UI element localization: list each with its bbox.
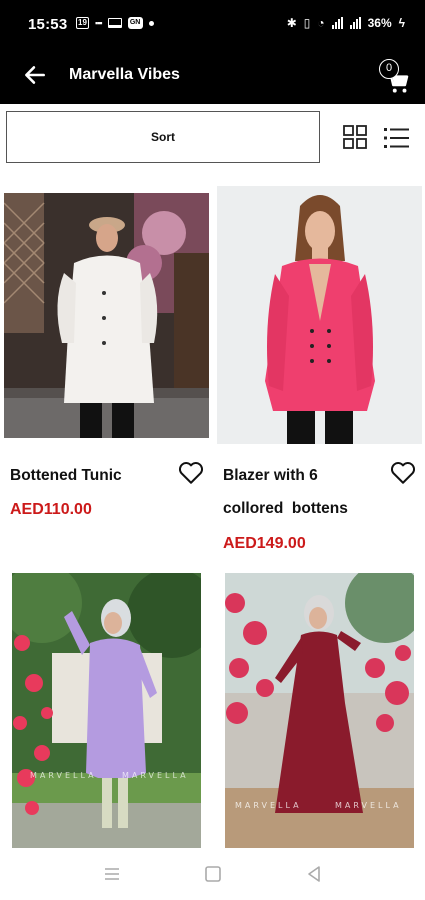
product-card-red-dress[interactable]: MARVELLA MARVELLA	[213, 570, 425, 848]
home-icon[interactable]	[204, 865, 222, 883]
grid-view-icon[interactable]	[343, 125, 367, 149]
product-name-line-2: collored bottens	[223, 500, 348, 517]
app-bar: Marvella Vibes 0	[0, 46, 425, 104]
product-image[interactable]: MARVELLA MARVELLA	[225, 573, 414, 848]
product-price: AED149.00	[223, 535, 306, 552]
svg-text:MARVELLA: MARVELLA	[335, 801, 402, 810]
product-name-line-1: Blazer with 6	[223, 467, 318, 484]
vibrate-icon: ▯	[303, 16, 311, 30]
battery-percent: 36%	[367, 16, 392, 30]
product-card-tunic[interactable]: Bottened Tunic AED110.00	[0, 190, 212, 530]
recent-apps-icon[interactable]	[103, 865, 121, 883]
product-card-blazer[interactable]: Blazer with 6 collored bottens AED149.00	[213, 183, 425, 563]
wifi-icon: ◔	[317, 16, 325, 30]
system-nav-bar	[0, 848, 425, 900]
heart-icon[interactable]	[390, 461, 416, 485]
blazer-photo	[217, 186, 422, 444]
back-nav-icon[interactable]	[305, 865, 323, 883]
notification-icons: 19 ▪▪▪ GN	[76, 17, 154, 29]
status-time: 15:53	[28, 16, 68, 33]
product-image[interactable]	[4, 193, 209, 438]
laptop-icon	[107, 18, 122, 28]
product-image[interactable]: MARVELLA MARVELLA	[12, 573, 201, 848]
product-name: Bottened Tunic	[10, 467, 122, 484]
watermark-text: MARVELLA	[30, 771, 97, 780]
purple-dress-photo: MARVELLA MARVELLA	[12, 573, 201, 848]
bluetooth-icon: ✱	[286, 16, 297, 30]
charging-icon: ϟ	[398, 16, 405, 30]
signal-icon	[331, 17, 343, 29]
cart-count-badge: 0	[379, 59, 399, 79]
svg-text:MARVELLA: MARVELLA	[122, 771, 189, 780]
more-notifications-dot-icon	[148, 20, 154, 26]
red-dress-photo: MARVELLA MARVELLA	[225, 573, 414, 848]
product-price: AED110.00	[10, 501, 92, 518]
color-dots-icon: ▪▪▪	[95, 18, 103, 28]
signal-2-icon	[349, 17, 361, 29]
back-arrow-icon[interactable]	[22, 62, 48, 88]
app-notification-icon: GN	[127, 17, 143, 29]
status-right: ✱ ▯ ◔ 36% ϟ	[287, 16, 405, 30]
sort-button[interactable]: Sort	[6, 111, 320, 163]
product-image[interactable]	[217, 186, 422, 444]
status-bar: 15:53 19 ▪▪▪ GN ✱ ▯ ◔ 36% ϟ	[0, 0, 425, 46]
page-title: Marvella Vibes	[69, 66, 180, 83]
calendar-icon: 19	[76, 17, 89, 29]
heart-icon[interactable]	[178, 461, 204, 485]
svg-text:MARVELLA: MARVELLA	[235, 801, 302, 810]
list-view-icon[interactable]	[384, 127, 409, 149]
cart-button[interactable]: 0	[379, 59, 413, 94]
tunic-photo	[4, 193, 209, 438]
product-card-purple-dress[interactable]: MARVELLA MARVELLA	[0, 570, 212, 848]
